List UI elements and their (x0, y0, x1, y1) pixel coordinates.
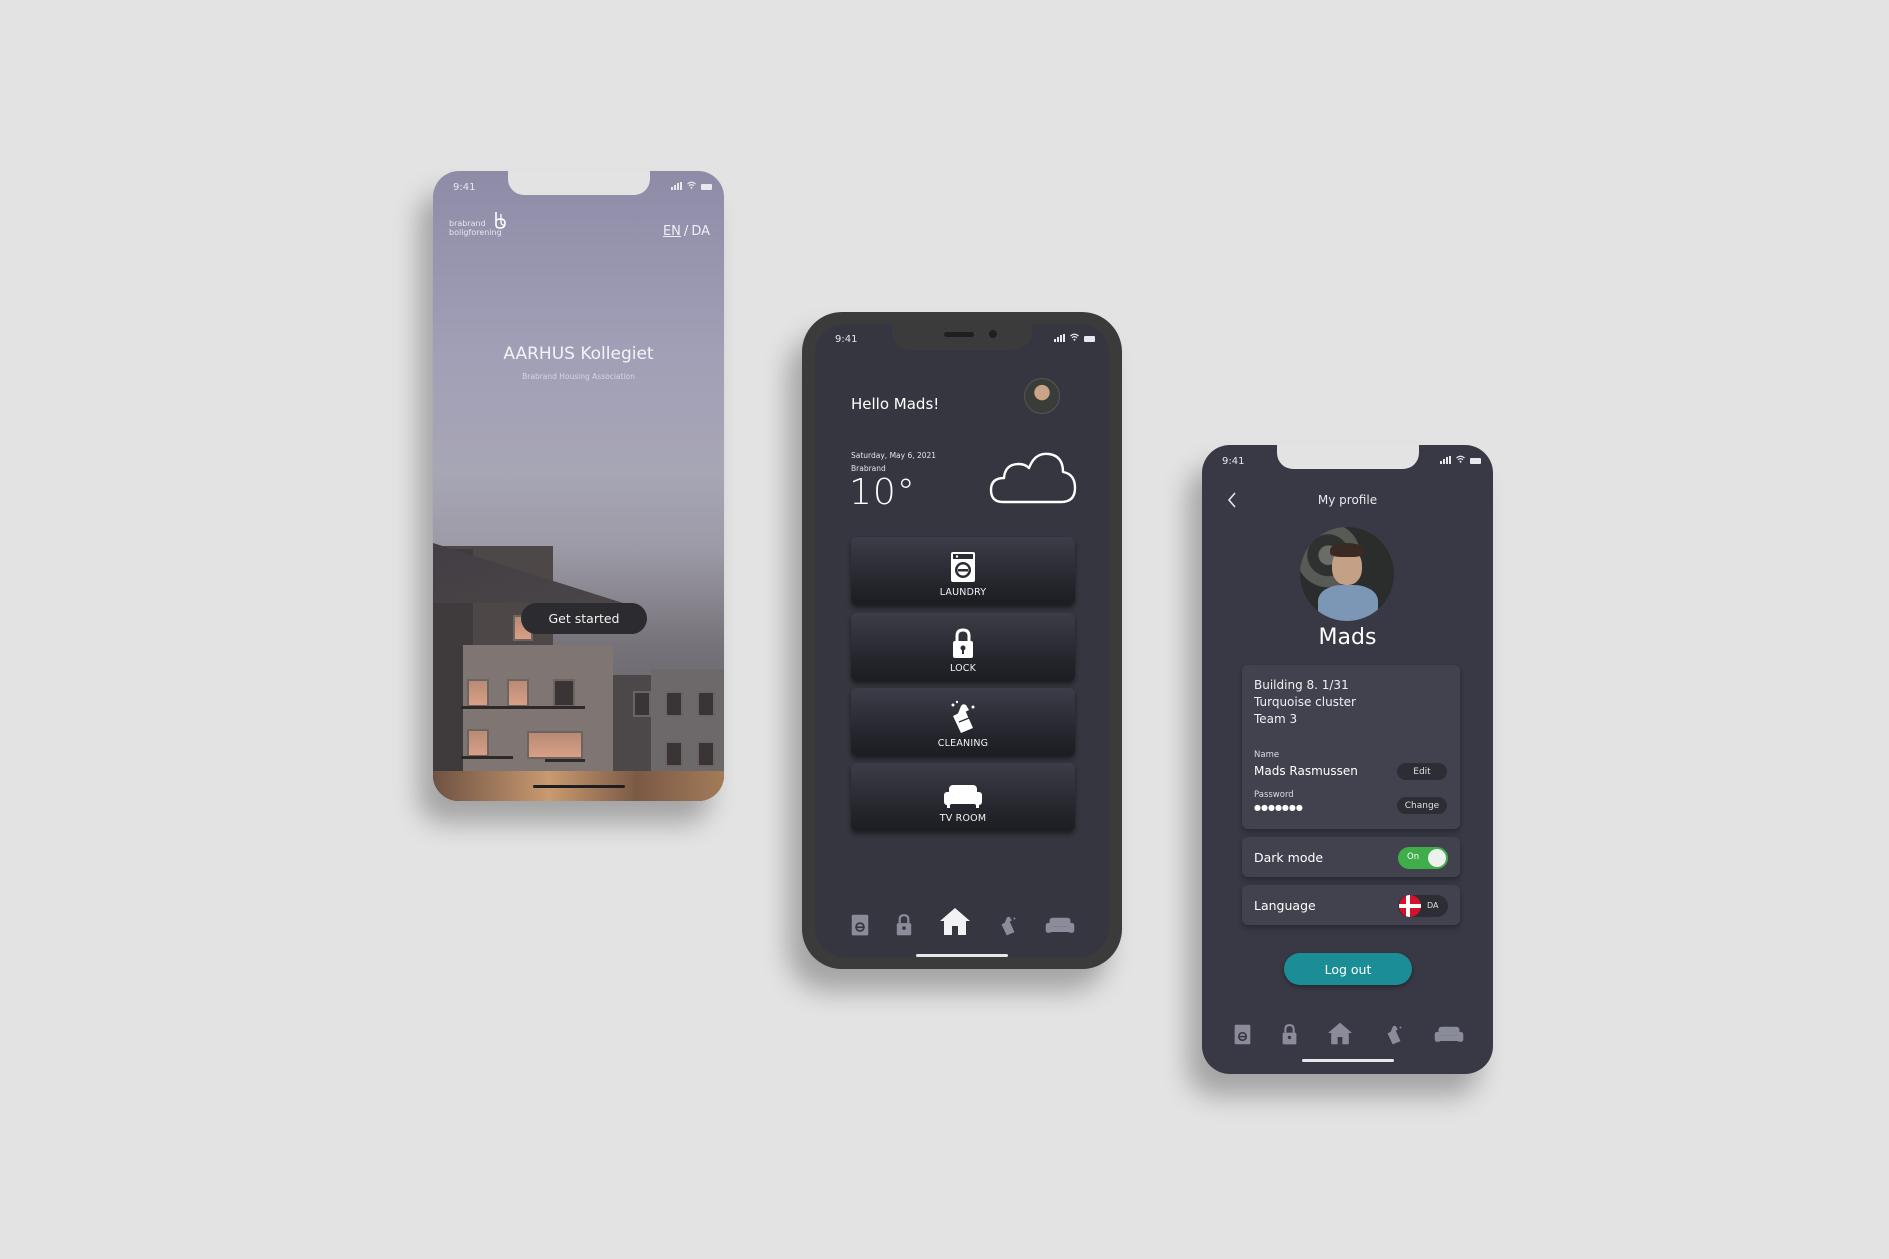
address-line1: Building 8. 1/31 (1254, 678, 1349, 692)
danish-flag-icon (1399, 895, 1421, 917)
lang-en-link[interactable]: EN (663, 224, 681, 239)
signal-icon (1054, 334, 1065, 342)
building-photo (433, 371, 724, 801)
brabrand-logo: brabrand boligforening (449, 211, 519, 241)
logo-text-line2: boligforening (449, 228, 502, 237)
tile-label: LOCK (949, 663, 977, 674)
status-time: 9:41 (453, 182, 476, 193)
profile-phone: 9:41 My profile Mads Building 8. 1/31 Tu… (1202, 445, 1493, 1074)
phone-notch (1276, 445, 1419, 469)
log-out-label: Log out (1324, 961, 1372, 977)
phone-notch (507, 171, 650, 195)
password-label: Password (1254, 790, 1294, 800)
home-indicator (1301, 1059, 1394, 1062)
logo-mark-icon (495, 212, 506, 229)
language-label: Language (1254, 898, 1316, 913)
language-value: DA (1427, 901, 1439, 910)
name-label: Name (1254, 750, 1280, 760)
password-value: ●●●●●●● (1254, 803, 1303, 812)
status-time: 9:41 (835, 334, 858, 345)
logo-text-line1: brabrand (449, 219, 486, 228)
nav-cleaning-icon[interactable] (997, 914, 1019, 936)
tile-tv-room[interactable]: TV ROOM (851, 763, 1075, 831)
get-started-button[interactable]: Get started (521, 603, 647, 634)
nav-tv-room-icon[interactable] (1045, 916, 1075, 936)
toggle-state-label: On (1407, 852, 1420, 862)
bottom-nav (1234, 1017, 1464, 1045)
dark-mode-card: Dark mode On (1242, 837, 1460, 877)
nav-home-icon[interactable] (939, 906, 971, 936)
profile-avatar[interactable] (1300, 527, 1394, 621)
nav-lock-icon[interactable] (895, 913, 913, 936)
signal-icon (1440, 456, 1451, 464)
nav-tv-room-icon[interactable] (1434, 1025, 1464, 1045)
welcome-title: AARHUS Kollegiet (503, 344, 654, 364)
page-title: My profile (1317, 493, 1378, 507)
language-card: Language DA (1242, 885, 1460, 925)
language-selector[interactable]: DA (1398, 895, 1448, 917)
weather-temperature: 10° (849, 472, 916, 513)
tile-lock[interactable]: LOCK (851, 613, 1075, 681)
wifi-icon (1070, 333, 1079, 342)
toggle-knob (1428, 849, 1446, 867)
log-out-button[interactable]: Log out (1284, 953, 1412, 985)
battery-icon (701, 184, 712, 190)
tile-label: CLEANING (937, 738, 989, 749)
profile-name-heading: Mads (1318, 625, 1377, 650)
weather-date: Saturday, May 6, 2021 (851, 451, 937, 460)
nav-home-icon[interactable] (1327, 1021, 1353, 1045)
greeting-heading: Hello Mads! (851, 395, 940, 413)
washing-machine-icon (951, 552, 975, 582)
nav-laundry-icon[interactable] (1234, 1024, 1251, 1045)
dark-mode-toggle[interactable]: On (1398, 847, 1448, 869)
status-icons (1440, 455, 1481, 464)
nav-laundry-icon[interactable] (851, 914, 869, 936)
status-time: 9:41 (1222, 456, 1245, 467)
address-line2: Turquoise cluster (1254, 695, 1356, 709)
battery-icon (1084, 336, 1095, 342)
bottom-nav (851, 904, 1075, 936)
status-icons (671, 181, 712, 190)
get-started-label: Get started (548, 611, 620, 626)
home-indicator (532, 785, 625, 788)
home-phone: 9:41 Hello Mads! Saturday, May 6, 2021 B… (802, 312, 1122, 969)
nav-cleaning-icon[interactable] (1383, 1023, 1405, 1045)
lock-icon (953, 628, 973, 658)
tile-label: TV ROOM (939, 813, 987, 824)
wifi-icon (1456, 455, 1465, 464)
language-switch: EN / DA (663, 224, 710, 239)
edit-name-button[interactable]: Edit (1397, 763, 1447, 780)
tile-cleaning[interactable]: CLEANING (851, 688, 1075, 756)
signal-icon (671, 182, 682, 190)
dark-mode-label: Dark mode (1254, 850, 1324, 865)
phone-notch (892, 324, 1032, 350)
edit-label: Edit (1413, 766, 1431, 777)
address-line3: Team 3 (1254, 712, 1298, 726)
sofa-icon (944, 785, 982, 808)
change-password-button[interactable]: Change (1397, 797, 1447, 814)
lang-separator: / (683, 224, 689, 239)
status-icons (1054, 333, 1095, 342)
avatar[interactable] (1024, 378, 1060, 414)
tile-laundry[interactable]: LAUNDRY (851, 537, 1075, 605)
battery-icon (1470, 458, 1481, 464)
change-label: Change (1404, 800, 1440, 811)
home-indicator (916, 954, 1008, 957)
cleaning-icon (951, 700, 975, 733)
nav-lock-icon[interactable] (1281, 1023, 1298, 1045)
tile-label: LAUNDRY (939, 587, 987, 598)
wifi-icon (687, 181, 696, 190)
cloud-icon (989, 452, 1077, 504)
home-screen: 9:41 Hello Mads! Saturday, May 6, 2021 B… (815, 324, 1109, 957)
front-camera (989, 330, 997, 338)
name-value: Mads Rasmussen (1254, 764, 1358, 778)
info-card: Building 8. 1/31 Turquoise cluster Team … (1242, 665, 1460, 829)
lang-da-link[interactable]: DA (691, 224, 710, 239)
speaker-grille (944, 332, 974, 337)
welcome-phone: 9:41 brabrand boligforening EN / DA AARH… (433, 171, 724, 801)
